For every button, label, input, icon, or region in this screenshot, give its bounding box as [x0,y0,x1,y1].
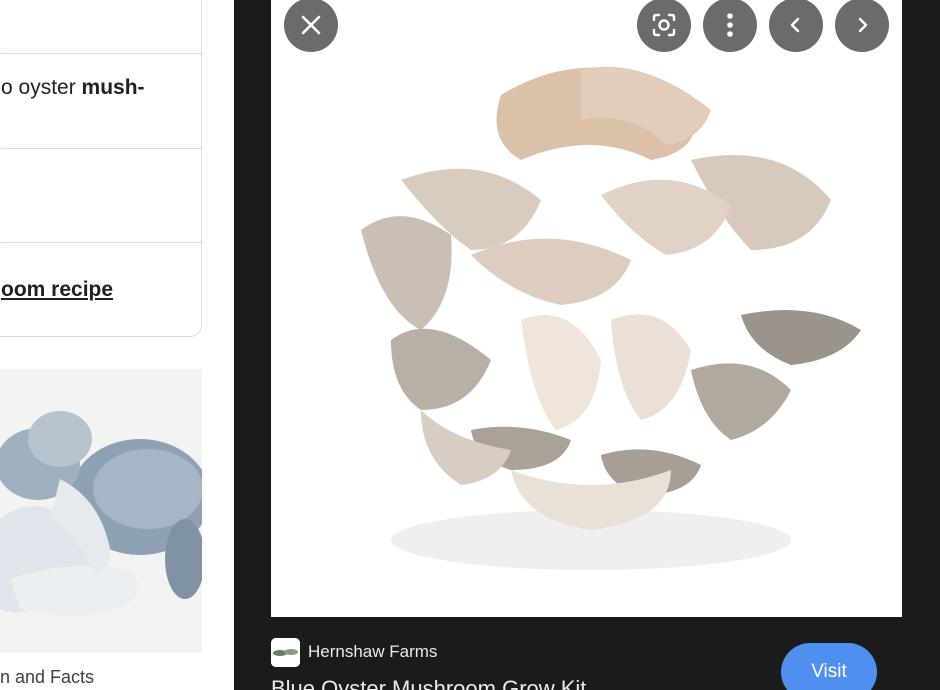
thumbnail-caption[interactable]: n and Facts [0,667,94,688]
source-favicon [271,637,300,667]
related-searches-card: o oyster mush- oom recipe [0,0,203,337]
result-thumbnail-image[interactable] [0,369,202,653]
related-search-item[interactable] [1,148,203,242]
more-vert-icon [727,13,733,37]
next-image-button[interactable] [835,0,889,52]
close-icon [301,15,321,35]
lens-search-button[interactable] [637,0,691,52]
search-results-pane: o oyster mush- oom recipe n and Facts [0,0,234,690]
source-row[interactable]: Hernshaw Farms [271,637,437,667]
previous-image-button[interactable] [769,0,823,52]
related-search-link[interactable]: oom recipe [1,278,113,302]
lens-search-icon [652,13,676,37]
chevron-right-icon [858,17,868,33]
more-options-button[interactable] [703,0,757,52]
related-search-text: o oyster mush- [1,76,145,99]
visit-button[interactable]: Visit [781,643,877,690]
preview-image[interactable] [271,0,902,617]
result-title[interactable]: Blue Oyster Mushroom Grow Kit [271,676,586,690]
close-viewer-button[interactable] [284,0,338,52]
related-search-item[interactable]: o oyster mush- [1,53,203,148]
image-viewer-panel: Hernshaw Farms Blue Oyster Mushroom Grow… [234,0,940,690]
source-name[interactable]: Hernshaw Farms [308,642,437,662]
chevron-left-icon [790,17,800,33]
related-search-item[interactable]: oom recipe [1,242,203,337]
